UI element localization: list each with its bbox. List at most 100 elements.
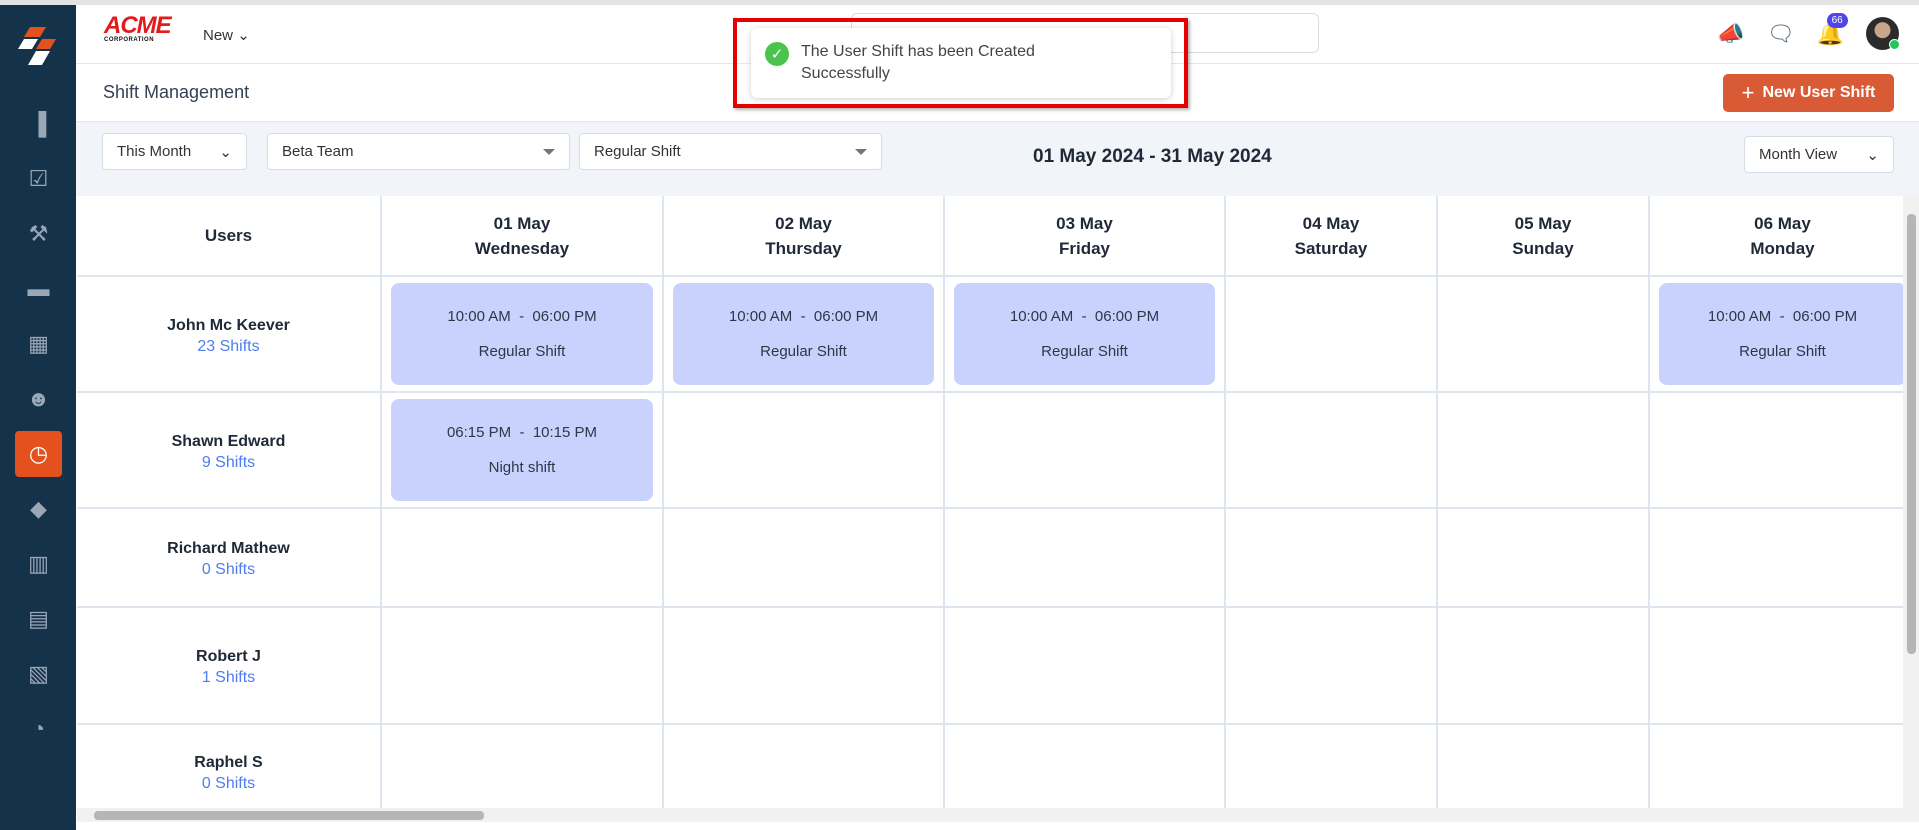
day-cell[interactable]: 10:00 AM - 06:00 PM Regular Shift: [382, 277, 662, 391]
users-column-header: Users: [77, 196, 380, 275]
briefcase-icon: ▬: [27, 276, 50, 301]
clock-icon: ◷: [28, 441, 49, 466]
sidebar-item-pie-chart[interactable]: ◔: [15, 706, 62, 752]
user-avatar[interactable]: [1866, 17, 1900, 50]
shift-card[interactable]: 06:15 PM - 10:15 PM Night shift: [391, 399, 653, 501]
user-cell: John Mc Keever 23 Shifts: [77, 277, 380, 391]
day-cell[interactable]: [1226, 509, 1436, 606]
sidebar-item-documents[interactable]: ▧: [15, 651, 62, 697]
day-cell[interactable]: [1226, 725, 1436, 818]
filter-bar: This Month ⌄ Beta Team Regular Shift 01 M…: [76, 122, 1919, 196]
bell-icon[interactable]: 🔔 66: [1817, 12, 1848, 47]
day-cell[interactable]: [1438, 725, 1648, 818]
shift-card[interactable]: 10:00 AM - 06:00 PM Regular Shift: [954, 283, 1215, 385]
day-cell[interactable]: [945, 608, 1224, 723]
chat-icon[interactable]: 🗨: [1767, 21, 1795, 47]
sidebar-item-clock[interactable]: ◷: [15, 431, 62, 477]
app-logo-icon[interactable]: [16, 25, 60, 73]
acme-logo[interactable]: ACME CORPORATION: [104, 12, 172, 44]
pie-chart-icon: ◔: [31, 716, 46, 741]
day-cell[interactable]: 10:00 AM - 06:00 PM Regular Shift: [1650, 277, 1915, 391]
shift-type-value: Regular Shift: [594, 143, 681, 160]
megaphone-icon[interactable]: 📣: [1717, 21, 1744, 47]
day-weekday: Thursday: [765, 238, 842, 258]
new-user-shift-button[interactable]: + New User Shift: [1723, 74, 1894, 112]
tasks-icon: ☑: [28, 166, 49, 191]
day-cell[interactable]: [1650, 725, 1915, 818]
tag-icon: ◆: [30, 496, 47, 521]
user-shift-count-link[interactable]: 1 Shifts: [202, 669, 255, 687]
scrollbar-thumb[interactable]: [1907, 214, 1916, 654]
user-shift-count-link[interactable]: 0 Shifts: [202, 775, 255, 793]
chart-icon: ▐: [30, 111, 47, 136]
shift-card[interactable]: 10:00 AM - 06:00 PM Regular Shift: [391, 283, 653, 385]
day-cell[interactable]: [1226, 393, 1436, 507]
sidebar-item-map[interactable]: ▥: [15, 541, 62, 587]
day-column-header: 02 May Thursday: [664, 196, 943, 275]
sidebar-item-briefcase[interactable]: ▬: [15, 266, 62, 312]
shift-type-select[interactable]: Regular Shift: [579, 133, 882, 170]
sidebar-item-users[interactable]: ☻: [15, 376, 62, 422]
day-cell[interactable]: [945, 725, 1224, 818]
toast-message: The User Shift has been Created Successf…: [801, 43, 1035, 82]
day-cell[interactable]: [1650, 608, 1915, 723]
shift-name: Regular Shift: [1041, 343, 1128, 360]
user-name: Shawn Edward: [171, 432, 286, 450]
day-cell[interactable]: [664, 608, 943, 723]
day-column-header: 04 May Saturday: [1226, 196, 1436, 275]
day-cell[interactable]: [1438, 393, 1648, 507]
vertical-scrollbar[interactable]: [1903, 196, 1919, 822]
sidebar-item-calculator[interactable]: ▤: [15, 596, 62, 642]
documents-icon: ▧: [28, 661, 49, 686]
date-range: 01 May 2024 - 31 May 2024: [1033, 146, 1272, 167]
caret-down-icon: [543, 148, 555, 155]
day-cell[interactable]: [1438, 509, 1648, 606]
new-menu-button[interactable]: New ⌄: [203, 26, 250, 44]
day-cell[interactable]: [1438, 277, 1648, 391]
check-circle-icon: ✓: [765, 42, 789, 66]
sidebar-item-calendar[interactable]: ▦: [15, 321, 62, 367]
day-cell[interactable]: [1226, 277, 1436, 391]
team-select[interactable]: Beta Team: [267, 133, 570, 170]
day-cell[interactable]: [664, 509, 943, 606]
shift-time: 10:00 AM - 06:00 PM: [447, 308, 597, 325]
user-shift-count-link[interactable]: 9 Shifts: [202, 454, 255, 472]
day-cell[interactable]: 10:00 AM - 06:00 PM Regular Shift: [664, 277, 943, 391]
day-cell[interactable]: 10:00 AM - 06:00 PM Regular Shift: [945, 277, 1224, 391]
caret-down-icon: [855, 148, 867, 155]
day-cell[interactable]: [1226, 608, 1436, 723]
day-cell[interactable]: 06:15 PM - 10:15 PM Night shift: [382, 393, 662, 507]
day-date: 06 May: [1754, 213, 1811, 233]
page-title: Shift Management: [103, 82, 250, 102]
day-cell[interactable]: [945, 509, 1224, 606]
day-cell[interactable]: [1438, 608, 1648, 723]
day-cell[interactable]: [945, 393, 1224, 507]
period-dropdown[interactable]: This Month ⌄: [102, 133, 247, 170]
sidebar-item-chart[interactable]: ▐: [15, 101, 62, 147]
users-header-label: Users: [204, 226, 253, 245]
shift-card[interactable]: 10:00 AM - 06:00 PM Regular Shift: [1659, 283, 1906, 385]
chevron-down-icon: ⌄: [237, 27, 250, 44]
user-shift-count-link[interactable]: 23 Shifts: [197, 338, 259, 356]
day-cell[interactable]: [1650, 393, 1915, 507]
day-column-header: 03 May Friday: [945, 196, 1224, 275]
day-cell[interactable]: [1650, 509, 1915, 606]
user-shift-count-link[interactable]: 0 Shifts: [202, 561, 255, 579]
shift-time: 10:00 AM - 06:00 PM: [728, 308, 879, 325]
day-cell[interactable]: [382, 509, 662, 606]
sidebar-item-tag[interactable]: ◆: [15, 486, 62, 532]
day-cell[interactable]: [382, 608, 662, 723]
view-dropdown[interactable]: Month View ⌄: [1744, 136, 1894, 173]
day-cell[interactable]: [664, 725, 943, 818]
day-cell[interactable]: [664, 393, 943, 507]
shift-time: 06:15 PM - 10:15 PM: [446, 424, 598, 441]
scrollbar-thumb[interactable]: [94, 811, 484, 820]
sidebar-item-tasks[interactable]: ☑: [15, 156, 62, 202]
day-cell[interactable]: [382, 725, 662, 818]
logo-text: ACME: [104, 12, 172, 39]
day-weekday: Saturday: [1294, 238, 1368, 258]
users-icon: ☻: [26, 386, 51, 411]
horizontal-scrollbar[interactable]: [77, 808, 1903, 822]
sidebar-item-tools[interactable]: ⚒: [15, 211, 62, 257]
shift-card[interactable]: 10:00 AM - 06:00 PM Regular Shift: [673, 283, 934, 385]
